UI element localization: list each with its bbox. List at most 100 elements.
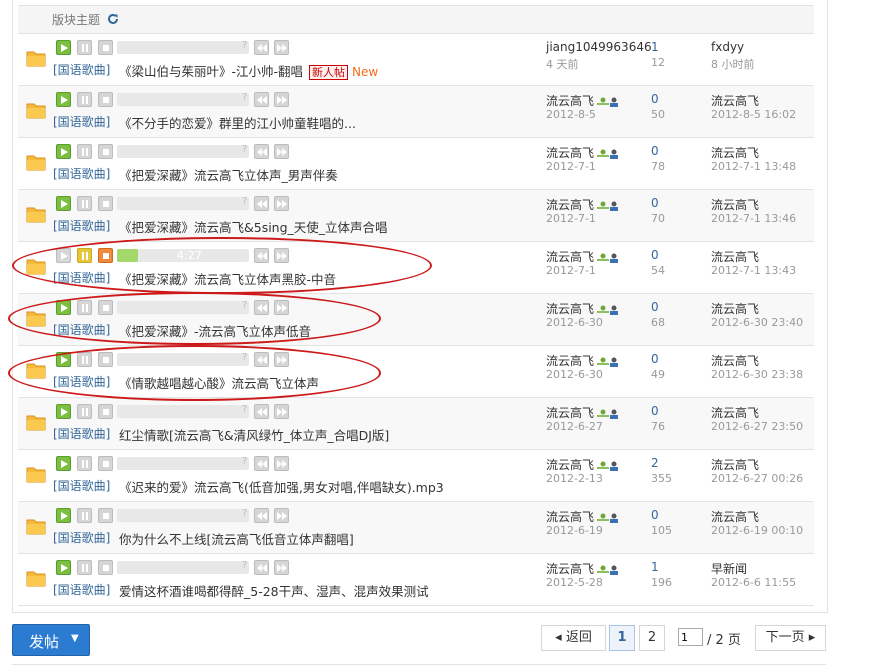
reply-count[interactable]: 0: [651, 144, 659, 158]
author-link[interactable]: 流云高飞: [546, 508, 619, 525]
last-poster[interactable]: 流云高飞: [711, 456, 759, 473]
progress-bar[interactable]: [117, 561, 249, 574]
last-poster[interactable]: 流云高飞: [711, 144, 759, 161]
last-poster[interactable]: 流云高飞: [711, 300, 759, 317]
reply-count[interactable]: 0: [651, 404, 659, 418]
stop-button[interactable]: [98, 92, 113, 107]
last-poster[interactable]: fxdyy: [711, 40, 744, 54]
rewind-button[interactable]: [254, 560, 269, 575]
forward-button[interactable]: [274, 404, 289, 419]
category-link[interactable]: [国语歌曲]: [53, 581, 110, 598]
progress-bar[interactable]: [117, 41, 249, 54]
thread-title-text[interactable]: 《梁山伯与茱丽叶》-江小帅-翻唱: [119, 64, 303, 79]
table-row[interactable]: ? [国语歌曲] 你为什么不上线[流云高飞低音立体声翻唱] 流云高飞 2012-6-19…: [18, 502, 814, 554]
table-row[interactable]: ? [国语歌曲] 《把爱深藏》流云高飞立体声_男声伴奏 流云高飞 2012-7-1 0 78…: [18, 138, 814, 190]
progress-bar[interactable]: [117, 457, 249, 470]
play-button[interactable]: [56, 508, 71, 523]
forward-button[interactable]: [274, 248, 289, 263]
pause-button[interactable]: [77, 404, 92, 419]
play-button[interactable]: [56, 300, 71, 315]
play-button[interactable]: [56, 404, 71, 419]
category-link[interactable]: [国语歌曲]: [53, 529, 110, 546]
table-row[interactable]: ? [国语歌曲] 爱情这杯酒谁喝都得醉_5-28干声、湿声、混声效果测试 流云高飞 20…: [18, 554, 814, 606]
progress-bar[interactable]: [117, 301, 249, 314]
last-post-time[interactable]: 2012-6-27 23:50: [711, 420, 803, 433]
author-link[interactable]: 流云高飞: [546, 300, 619, 317]
play-button[interactable]: [56, 92, 71, 107]
category-link[interactable]: [国语歌曲]: [53, 477, 110, 494]
table-row[interactable]: ? [国语歌曲] 《把爱深藏》流云高飞&5sing_天使_立体声合唱 流云高飞 2012…: [18, 190, 814, 242]
forward-button[interactable]: [274, 352, 289, 367]
thread-title[interactable]: 《把爱深藏》流云高飞&5sing_天使_立体声合唱: [119, 217, 388, 236]
forward-button[interactable]: [274, 456, 289, 471]
category-link[interactable]: [国语歌曲]: [53, 321, 110, 338]
last-post-time[interactable]: 2012-7-1 13:48: [711, 160, 796, 173]
thread-title[interactable]: 《把爱深藏》-流云高飞立体声低音: [119, 321, 311, 340]
thread-title[interactable]: 《迟来的爱》流云高飞(低音加强,男女对唱,伴唱缺女).mp3: [119, 477, 444, 496]
pause-button[interactable]: [77, 248, 92, 263]
stop-button[interactable]: [98, 300, 113, 315]
author-name[interactable]: 流云高飞: [546, 302, 594, 316]
pause-button[interactable]: [77, 456, 92, 471]
forward-button[interactable]: [274, 196, 289, 211]
pagination-next-button[interactable]: 下一页 ▸: [755, 625, 826, 651]
stop-button[interactable]: [98, 404, 113, 419]
category-link[interactable]: [国语歌曲]: [53, 165, 110, 182]
thread-title-text[interactable]: 《迟来的爱》流云高飞(低音加强,男女对唱,伴唱缺女).mp3: [119, 480, 444, 495]
author-name[interactable]: 流云高飞: [546, 458, 594, 472]
category-link[interactable]: [国语歌曲]: [53, 217, 110, 234]
pause-button[interactable]: [77, 92, 92, 107]
author-name[interactable]: 流云高飞: [546, 406, 594, 420]
reply-count[interactable]: 0: [651, 248, 659, 262]
author-name[interactable]: 流云高飞: [546, 250, 594, 264]
pause-button[interactable]: [77, 508, 92, 523]
stop-button[interactable]: [98, 248, 113, 263]
rewind-button[interactable]: [254, 456, 269, 471]
author-name[interactable]: 流云高飞: [546, 562, 594, 576]
play-button[interactable]: [56, 40, 71, 55]
author-name[interactable]: 流云高飞: [546, 94, 594, 108]
play-button[interactable]: [56, 196, 71, 211]
author-name[interactable]: jiang1049963646: [546, 40, 652, 54]
thread-title-text[interactable]: 爱情这杯酒谁喝都得醉_5-28干声、湿声、混声效果测试: [119, 584, 429, 599]
thread-title[interactable]: 《情歌越唱越心酸》流云高飞立体声: [119, 373, 319, 392]
play-button[interactable]: [56, 560, 71, 575]
stop-button[interactable]: [98, 352, 113, 367]
rewind-button[interactable]: [254, 196, 269, 211]
thread-title[interactable]: 《不分手的恋爱》群里的江小帅童鞋唱的...: [119, 113, 356, 132]
table-row[interactable]: ? [国语歌曲] 《迟来的爱》流云高飞(低音加强,男女对唱,伴唱缺女).mp3 流云高…: [18, 450, 814, 502]
play-button[interactable]: [56, 456, 71, 471]
author-link[interactable]: jiang1049963646: [546, 40, 652, 54]
author-link[interactable]: 流云高飞: [546, 456, 619, 473]
last-post-time[interactable]: 2012-6-6 11:55: [711, 576, 796, 589]
forward-button[interactable]: [274, 92, 289, 107]
forward-button[interactable]: [274, 300, 289, 315]
thread-title-text[interactable]: 《不分手的恋爱》群里的江小帅童鞋唱的...: [119, 116, 356, 131]
author-link[interactable]: 流云高飞: [546, 196, 619, 213]
stop-button[interactable]: [98, 144, 113, 159]
last-post-time[interactable]: 2012-7-1 13:43: [711, 264, 796, 277]
page-number-input[interactable]: [678, 628, 703, 646]
category-link[interactable]: [国语歌曲]: [53, 61, 110, 78]
stop-button[interactable]: [98, 196, 113, 211]
reply-count[interactable]: 1: [651, 560, 659, 574]
reply-count[interactable]: 0: [651, 352, 659, 366]
progress-bar[interactable]: [117, 197, 249, 210]
refresh-icon[interactable]: [106, 12, 120, 26]
thread-title-text[interactable]: 《把爱深藏》流云高飞&5sing_天使_立体声合唱: [119, 220, 388, 235]
table-row[interactable]: ? [国语歌曲] 红尘情歌[流云高飞&清风绿竹_体立声_合唱DJ版] 流云高飞 2012…: [18, 398, 814, 450]
last-post-time[interactable]: 2012-6-19 00:10: [711, 524, 803, 537]
thread-title[interactable]: 爱情这杯酒谁喝都得醉_5-28干声、湿声、混声效果测试: [119, 581, 429, 600]
pause-button[interactable]: [77, 40, 92, 55]
forward-button[interactable]: [274, 560, 289, 575]
author-link[interactable]: 流云高飞: [546, 248, 619, 265]
category-link[interactable]: [国语歌曲]: [53, 113, 110, 130]
last-post-time[interactable]: 8 小时前: [711, 56, 755, 72]
table-row[interactable]: 4:27 [国语歌曲] 《把爱深藏》流云高飞立体声黑胶-中音 流云高飞 2012-7-1…: [18, 242, 814, 294]
last-poster[interactable]: 流云高飞: [711, 92, 759, 109]
table-row[interactable]: ? [国语歌曲] 《梁山伯与茱丽叶》-江小帅-翻唱 新人帖 New jiang104996…: [18, 34, 814, 86]
rewind-button[interactable]: [254, 40, 269, 55]
reply-count[interactable]: 0: [651, 300, 659, 314]
play-button[interactable]: [56, 248, 71, 263]
last-poster[interactable]: 流云高飞: [711, 352, 759, 369]
